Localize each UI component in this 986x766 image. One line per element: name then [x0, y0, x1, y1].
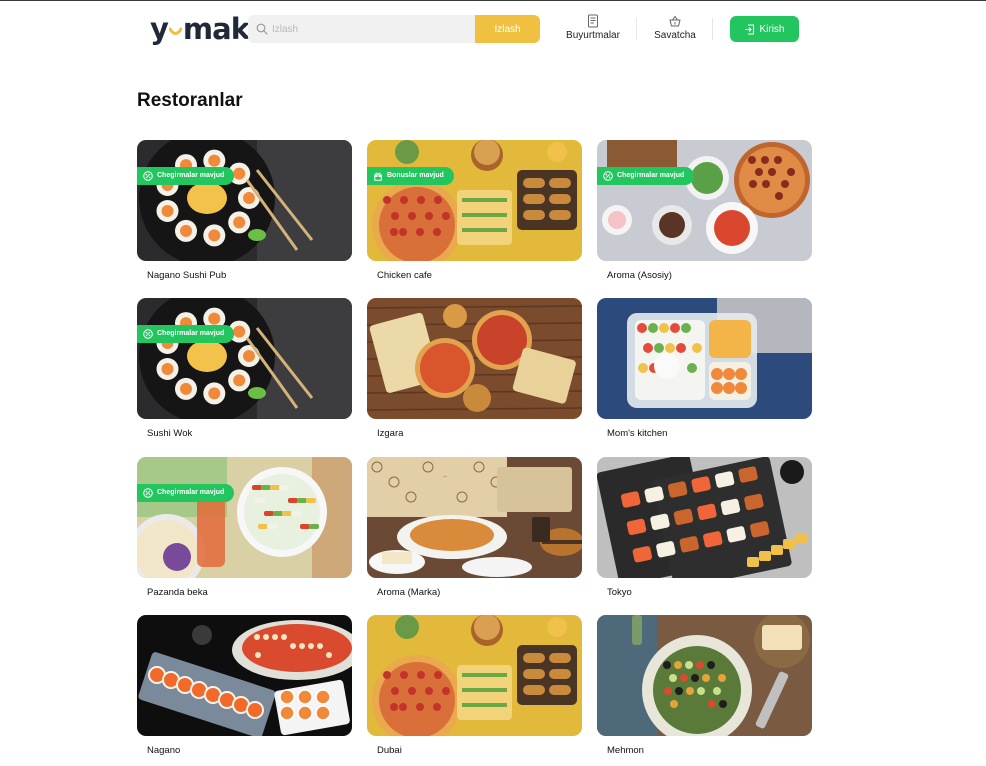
yemak-logo[interactable]: y mak: [150, 12, 250, 46]
header: ymak Izlash Buyurtmalar Savatcha: [0, 0, 986, 60]
search-input[interactable]: [272, 15, 472, 43]
promo-badge: Bonuslar mavjud: [367, 167, 454, 185]
restaurant-name[interactable]: Pazanda beka: [147, 587, 208, 598]
promo-badge-label: Chegirmalar mavjud: [617, 172, 685, 179]
promo-badge: Chegirmalar mavjud: [137, 325, 235, 343]
restaurant-image[interactable]: [597, 615, 812, 736]
promo-badge: Chegirmalar mavjud: [597, 167, 695, 185]
restaurant-image[interactable]: Chegirmalar mavjud: [137, 140, 352, 261]
restaurant-name[interactable]: Chicken cafe: [377, 270, 432, 281]
restaurant-name[interactable]: Dubai: [377, 745, 402, 756]
restaurant-name[interactable]: Izgara: [377, 428, 403, 439]
nav-divider: [712, 18, 713, 40]
restaurant-name[interactable]: Tokyo: [607, 587, 632, 598]
basket-icon: [669, 15, 681, 27]
search-button[interactable]: Izlash: [475, 15, 540, 43]
page-title: Restoranlar: [137, 90, 243, 111]
promo-badge-label: Bonuslar mavjud: [387, 172, 444, 179]
restaurant-image[interactable]: [137, 615, 352, 736]
restaurant-name[interactable]: Mehmon: [607, 745, 644, 756]
login-label: Kirish: [759, 23, 785, 35]
percent-icon: [603, 171, 613, 181]
login-button[interactable]: Kirish: [730, 16, 799, 42]
gift-icon: [374, 172, 382, 181]
search-icon: [256, 23, 268, 35]
percent-icon: [143, 171, 153, 181]
restaurant-image[interactable]: [367, 298, 582, 419]
restaurant-image[interactable]: Chegirmalar mavjud: [137, 298, 352, 419]
nav-cart-label: Savatcha: [654, 30, 696, 41]
restaurant-name[interactable]: Sushi Wok: [147, 428, 192, 439]
restaurant-name[interactable]: Nagano Sushi Pub: [147, 270, 226, 281]
restaurant-name[interactable]: Nagano: [147, 745, 180, 756]
restaurant-image[interactable]: Chegirmalar mavjud: [137, 457, 352, 578]
restaurant-image[interactable]: Bonuslar mavjud: [367, 140, 582, 261]
promo-badge: Chegirmalar mavjud: [137, 484, 235, 502]
receipt-icon: [588, 14, 598, 28]
restaurant-image[interactable]: [367, 615, 582, 736]
promo-badge-label: Chegirmalar mavjud: [157, 489, 225, 496]
logo-eye-icon: [168, 27, 182, 37]
nav-orders[interactable]: Buyurtmalar: [564, 14, 622, 41]
restaurant-name[interactable]: Mom's kitchen: [607, 428, 667, 439]
promo-badge-label: Chegirmalar mavjud: [157, 172, 225, 179]
search-bar: Izlash: [248, 15, 540, 43]
restaurant-image[interactable]: [597, 298, 812, 419]
login-icon: [745, 23, 755, 35]
restaurant-name[interactable]: Aroma (Marka): [377, 587, 440, 598]
nav-orders-label: Buyurtmalar: [566, 30, 620, 41]
percent-icon: [143, 329, 153, 339]
promo-badge-label: Chegirmalar mavjud: [157, 330, 225, 337]
restaurant-image[interactable]: [367, 457, 582, 578]
nav-divider: [636, 18, 637, 40]
nav-cart[interactable]: Savatcha: [650, 14, 700, 41]
restaurant-image[interactable]: Chegirmalar mavjud: [597, 140, 812, 261]
promo-badge: Chegirmalar mavjud: [137, 167, 235, 185]
percent-icon: [143, 488, 153, 498]
restaurant-image[interactable]: [597, 457, 812, 578]
restaurant-name[interactable]: Aroma (Asosiy): [607, 270, 672, 281]
